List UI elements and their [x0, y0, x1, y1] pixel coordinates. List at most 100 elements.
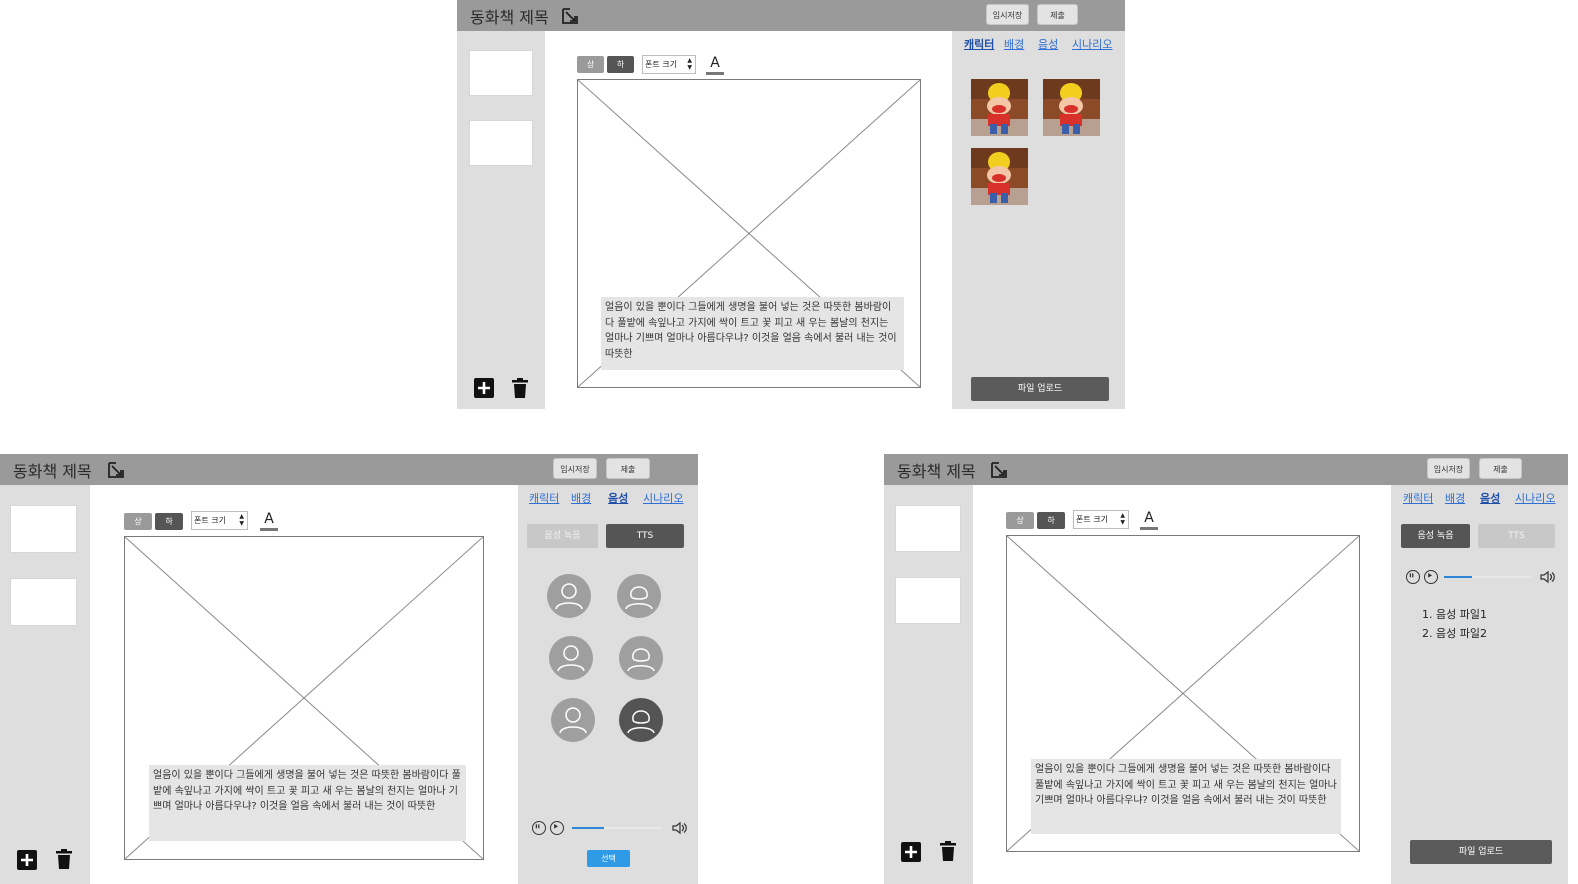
pause-icon[interactable]: [1406, 570, 1420, 584]
tab-background[interactable]: 배경: [571, 490, 591, 506]
edit-icon[interactable]: [106, 460, 126, 480]
play-icon[interactable]: [550, 821, 564, 835]
top-bar: 동화책 제목 임시저장 제출: [457, 0, 1125, 31]
tab-voice[interactable]: 음성: [1038, 36, 1058, 52]
user-female-icon: [627, 710, 655, 734]
tab-voice[interactable]: 음성: [608, 490, 628, 506]
submit-button[interactable]: 제출: [606, 458, 650, 479]
tab-character[interactable]: 캐릭터: [964, 36, 994, 52]
voice-avatar-male[interactable]: [549, 636, 593, 680]
align-down-button[interactable]: 하: [607, 56, 634, 73]
page-thumbnail[interactable]: [469, 120, 533, 166]
voice-record-tab[interactable]: 음성 녹음: [527, 524, 598, 548]
page-canvas[interactable]: 얼음이 있을 뿐이다 그들에게 생명을 불어 넣는 것은 따뜻한 봄바람이다 풀…: [577, 79, 921, 388]
plus-square-icon[interactable]: [900, 841, 922, 863]
stepper-arrows-icon: ▲ ▼: [239, 513, 244, 527]
voice-file-list: 1. 음성 파일1 2. 음성 파일2: [1422, 605, 1487, 643]
character-thumbnail[interactable]: [1043, 79, 1100, 136]
audio-progress-fill: [572, 827, 604, 829]
submit-button[interactable]: 제출: [1037, 4, 1078, 25]
character-thumbnail[interactable]: [971, 148, 1028, 205]
user-female-icon: [627, 648, 655, 672]
tab-scenario[interactable]: 시나리오: [1072, 36, 1112, 52]
trash-icon[interactable]: [53, 848, 75, 870]
file-upload-button[interactable]: 파일 업로드: [1410, 840, 1552, 864]
page-thumbnail[interactable]: [895, 505, 961, 552]
font-size-label: 폰트 크기: [645, 60, 677, 69]
tab-voice[interactable]: 음성: [1480, 490, 1500, 506]
tab-background[interactable]: 배경: [1004, 36, 1024, 52]
page-canvas[interactable]: 얼음이 있을 뿐이다 그들에게 생명을 불어 넣는 것은 따뜻한 봄바람이다 풀…: [1006, 535, 1360, 852]
align-down-button[interactable]: 하: [1037, 512, 1065, 529]
user-icon: [557, 645, 585, 672]
voice-avatar-female[interactable]: [619, 636, 663, 680]
pause-icon[interactable]: [532, 821, 546, 835]
tab-character[interactable]: 캐릭터: [529, 490, 559, 506]
plus-square-icon[interactable]: [16, 849, 38, 871]
editor-frame-voice-record: 동화책 제목 임시저장 제출 상 하 폰트 크기 ▲ ▼ A 얼음이 있을 뿐이다: [884, 454, 1568, 884]
edit-icon[interactable]: [560, 6, 580, 26]
submit-button[interactable]: 제출: [1479, 458, 1522, 479]
voice-file-item[interactable]: 2. 음성 파일2: [1422, 624, 1487, 643]
page-canvas[interactable]: 얼음이 있을 뿐이다 그들에게 생명을 불어 넣는 것은 따뜻한 봄바람이다 풀…: [124, 536, 484, 860]
voice-record-tab[interactable]: 음성 녹음: [1401, 524, 1470, 548]
story-text-box[interactable]: 얼음이 있을 뿐이다 그들에게 생명을 불어 넣는 것은 따뜻한 봄바람이다 풀…: [1031, 759, 1341, 834]
tts-tab[interactable]: TTS: [1478, 524, 1555, 548]
tab-scenario[interactable]: 시나리오: [1515, 490, 1555, 506]
font-color-button[interactable]: A: [260, 512, 278, 531]
story-text-box[interactable]: 얼음이 있을 뿐이다 그들에게 생명을 불어 넣는 것은 따뜻한 봄바람이다 풀…: [601, 297, 904, 370]
tab-scenario[interactable]: 시나리오: [643, 490, 683, 506]
audio-progress-bar[interactable]: [1444, 576, 1532, 578]
asset-panel: 캐릭터 배경 음성 시나리오 파일 업로드: [952, 31, 1125, 409]
tab-character[interactable]: 캐릭터: [1403, 490, 1433, 506]
font-color-button[interactable]: A: [1140, 511, 1158, 530]
font-size-select[interactable]: 폰트 크기 ▲ ▼: [642, 55, 696, 74]
align-up-button[interactable]: 상: [1006, 512, 1034, 529]
voice-file-item[interactable]: 1. 음성 파일1: [1422, 605, 1487, 624]
voice-avatar-male[interactable]: [551, 698, 595, 742]
voice-avatar-male[interactable]: [547, 574, 591, 618]
align-up-button[interactable]: 상: [577, 56, 604, 73]
tts-tab[interactable]: TTS: [606, 524, 684, 548]
trash-icon[interactable]: [509, 377, 531, 399]
font-size-select[interactable]: 폰트 크기 ▲ ▼: [191, 511, 248, 530]
page-thumbnail[interactable]: [469, 50, 533, 96]
file-upload-button[interactable]: 파일 업로드: [971, 377, 1109, 401]
audio-player: [532, 821, 687, 837]
save-temp-button[interactable]: 임시저장: [1427, 458, 1470, 479]
font-size-select[interactable]: 폰트 크기 ▲ ▼: [1073, 510, 1129, 529]
book-title[interactable]: 동화책 제목: [13, 458, 92, 482]
select-button[interactable]: 선택: [587, 850, 630, 867]
audio-progress-bar[interactable]: [572, 827, 662, 829]
font-color-button[interactable]: A: [706, 56, 724, 75]
user-female-icon: [625, 586, 653, 610]
page-thumbnail[interactable]: [10, 578, 77, 626]
save-temp-button[interactable]: 임시저장: [986, 4, 1029, 25]
book-title[interactable]: 동화책 제목: [897, 458, 976, 482]
tab-background[interactable]: 배경: [1445, 490, 1465, 506]
edit-icon[interactable]: [989, 460, 1009, 480]
voice-avatar-female-selected[interactable]: [619, 698, 663, 742]
page-thumbnail[interactable]: [10, 505, 77, 553]
story-text-box[interactable]: 얼음이 있을 뿐이다 그들에게 생명을 불어 넣는 것은 따뜻한 봄바람이다 풀…: [149, 765, 466, 841]
page-list-panel: [884, 485, 973, 884]
stepper-arrows-icon: ▲ ▼: [687, 57, 692, 71]
volume-icon[interactable]: [1540, 570, 1556, 584]
book-title[interactable]: 동화책 제목: [470, 4, 549, 28]
character-thumbnail[interactable]: [971, 79, 1028, 136]
play-icon[interactable]: [1424, 570, 1438, 584]
editor-frame-character: 동화책 제목 임시저장 제출 상 하 폰트 크기 ▲ ▼ A 얼음이 있을 뿐이다: [457, 0, 1125, 409]
user-icon: [555, 583, 583, 610]
character-image: [971, 148, 1028, 205]
voice-avatar-female[interactable]: [617, 574, 661, 618]
align-down-button[interactable]: 하: [155, 513, 183, 530]
page-thumbnail[interactable]: [895, 577, 961, 624]
align-up-button[interactable]: 상: [124, 513, 152, 530]
plus-square-icon[interactable]: [473, 377, 495, 399]
font-size-label: 폰트 크기: [194, 516, 226, 525]
user-icon: [559, 707, 587, 734]
volume-icon[interactable]: [672, 821, 688, 835]
trash-icon[interactable]: [937, 840, 959, 862]
editor-frame-voice-tts: 동화책 제목 임시저장 제출 상 하 폰트 크기 ▲ ▼ A 얼음이 있을 뿐이다: [0, 454, 698, 884]
save-temp-button[interactable]: 임시저장: [553, 458, 597, 479]
